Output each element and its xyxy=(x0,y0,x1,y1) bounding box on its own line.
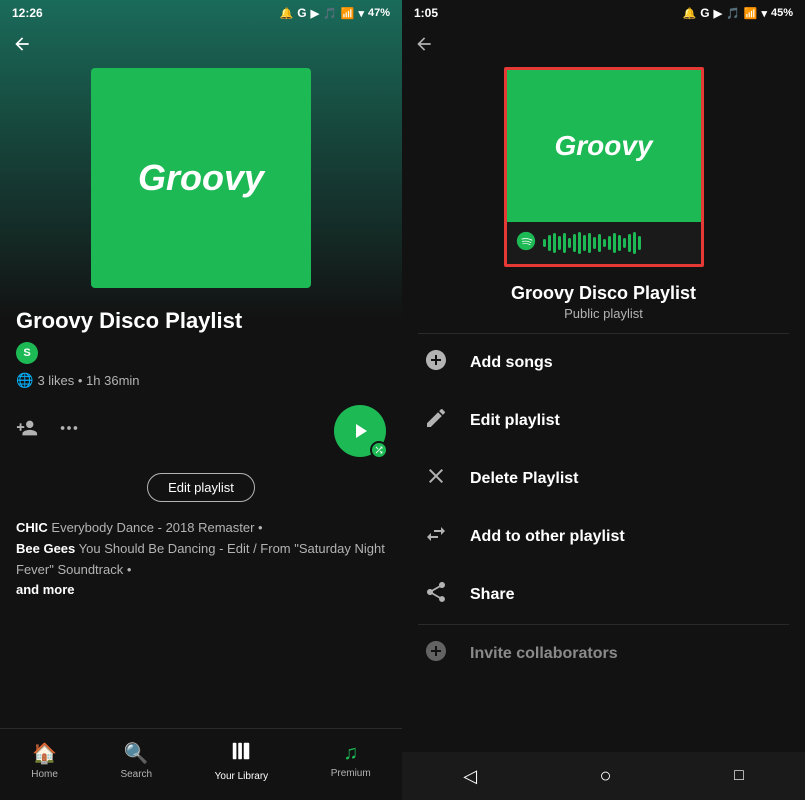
menu-item-invite-collaborators[interactable]: Invite collaborators xyxy=(402,625,805,683)
delete-playlist-label: Delete Playlist xyxy=(470,470,579,488)
album-art-right-top: Groovy xyxy=(507,70,701,222)
media-icon: 🎵 xyxy=(323,7,337,20)
menu-item-add-songs[interactable]: Add songs xyxy=(402,334,805,392)
stats-row: 🌐 3 likes • 1h 36min xyxy=(0,368,402,401)
notif-icon-right: 🔔 xyxy=(683,7,697,20)
nav-home[interactable]: 🏠 Home xyxy=(31,741,58,780)
nav-home-label: Home xyxy=(31,769,58,780)
battery-left: 47% xyxy=(368,7,390,19)
youtube-icon: ▶ xyxy=(311,7,319,20)
recents-sys-btn[interactable]: □ xyxy=(734,767,744,785)
stats-text: 3 likes • 1h 36min xyxy=(37,373,139,388)
home-icon: 🏠 xyxy=(32,741,57,766)
share-label: Share xyxy=(470,586,514,604)
menu-item-edit-playlist[interactable]: Edit playlist xyxy=(402,392,805,450)
nav-premium-label: Premium xyxy=(331,768,371,779)
edit-playlist-button[interactable]: Edit playlist xyxy=(147,473,255,502)
notification-icon: 🔔 xyxy=(280,7,294,20)
status-icons-right: 🔔 G ▶ 🎵 📶 ▾ 45% xyxy=(683,6,793,20)
album-art-right: Groovy xyxy=(504,67,704,267)
invite-collaborators-label: Invite collaborators xyxy=(470,645,618,663)
track-1-bold: CHIC xyxy=(16,520,48,535)
track-2-bold: Bee Gees xyxy=(16,541,75,556)
yt-icon-right: ▶ xyxy=(714,7,722,20)
edit-playlist-icon xyxy=(422,406,450,436)
share-icon xyxy=(422,580,450,610)
media-icon-right: 🎵 xyxy=(726,7,740,20)
add-other-playlist-label: Add to other playlist xyxy=(470,528,625,546)
g-icon: G xyxy=(297,6,306,20)
bottom-nav-right: ◁ ○ □ xyxy=(402,752,805,800)
right-playlist-title: Groovy Disco Playlist xyxy=(402,279,805,306)
right-panel: 1:05 🔔 G ▶ 🎵 📶 ▾ 45% Groovy xyxy=(402,0,805,800)
add-person-button[interactable] xyxy=(16,417,38,445)
add-songs-icon xyxy=(422,348,450,378)
globe-icon: 🌐 xyxy=(16,372,33,389)
album-art-right-bottom xyxy=(507,222,701,264)
time-left: 12:26 xyxy=(12,6,43,20)
status-bar-right: 1:05 🔔 G ▶ 🎵 📶 ▾ 45% xyxy=(402,0,805,26)
menu-item-delete-playlist[interactable]: Delete Playlist xyxy=(402,450,805,508)
action-row-container xyxy=(0,401,402,469)
spotify-icon-nav: ♫ xyxy=(343,742,358,765)
status-icons-left: 🔔 G ▶ 🎵 📶 ▾ 47% xyxy=(280,6,390,20)
back-button-right[interactable] xyxy=(402,26,805,67)
wifi-icon: ▾ xyxy=(358,7,364,20)
nav-search-label: Search xyxy=(120,769,152,780)
playlist-title-left: Groovy Disco Playlist xyxy=(0,308,402,342)
add-other-playlist-icon xyxy=(422,522,450,552)
nav-library-label: Your Library xyxy=(215,771,269,782)
left-panel: 12:26 🔔 G ▶ 🎵 📶 ▾ 47% Groovy Groovy Disc… xyxy=(0,0,402,800)
creator-avatar: S xyxy=(16,342,38,364)
groovy-text-left: Groovy xyxy=(138,157,264,199)
delete-playlist-icon xyxy=(422,464,450,494)
signal-icon-right: 📶 xyxy=(744,7,758,20)
right-playlist-sub: Public playlist xyxy=(402,306,805,333)
play-button[interactable] xyxy=(334,405,386,457)
menu-item-add-other-playlist[interactable]: Add to other playlist xyxy=(402,508,805,566)
shuffle-badge xyxy=(370,441,388,459)
search-icon: 🔍 xyxy=(124,741,149,766)
menu-item-share[interactable]: Share xyxy=(402,566,805,624)
battery-right: 45% xyxy=(771,7,793,19)
album-art-left: Groovy xyxy=(91,68,311,288)
soundwave xyxy=(543,231,641,255)
spotify-logo-small xyxy=(515,230,537,257)
library-icon xyxy=(230,740,252,768)
creator-row: S xyxy=(0,342,402,368)
edit-playlist-label: Edit playlist xyxy=(470,412,560,430)
invite-collaborators-icon xyxy=(422,639,450,669)
time-right: 1:05 xyxy=(414,6,438,20)
track-1-rest: Everybody Dance - 2018 Remaster • xyxy=(51,520,262,535)
back-button-left[interactable] xyxy=(0,26,402,68)
signal-icon: 📶 xyxy=(341,7,355,20)
action-left xyxy=(16,417,80,445)
g-icon-right: G xyxy=(700,6,709,20)
home-sys-btn[interactable]: ○ xyxy=(600,765,612,788)
status-bar-left: 12:26 🔔 G ▶ 🎵 📶 ▾ 47% xyxy=(0,0,402,26)
groovy-text-right: Groovy xyxy=(554,130,652,162)
album-art-right-container: Groovy xyxy=(402,67,805,279)
wifi-icon-right: ▾ xyxy=(761,7,767,20)
track-more: and more xyxy=(16,582,75,597)
nav-premium[interactable]: ♫ Premium xyxy=(331,742,371,779)
nav-search[interactable]: 🔍 Search xyxy=(120,741,152,780)
add-songs-label: Add songs xyxy=(470,354,553,372)
menu-items: Add songs Edit playlist Delete Playlist xyxy=(402,334,805,800)
track-preview: CHIC Everybody Dance - 2018 Remaster • B… xyxy=(0,514,402,605)
action-row xyxy=(0,401,402,469)
nav-library[interactable]: Your Library xyxy=(215,740,269,782)
bottom-nav-left: 🏠 Home 🔍 Search Your Library ♫ Premium xyxy=(0,728,402,800)
back-sys-btn[interactable]: ◁ xyxy=(463,766,477,787)
more-options-button[interactable] xyxy=(58,417,80,445)
